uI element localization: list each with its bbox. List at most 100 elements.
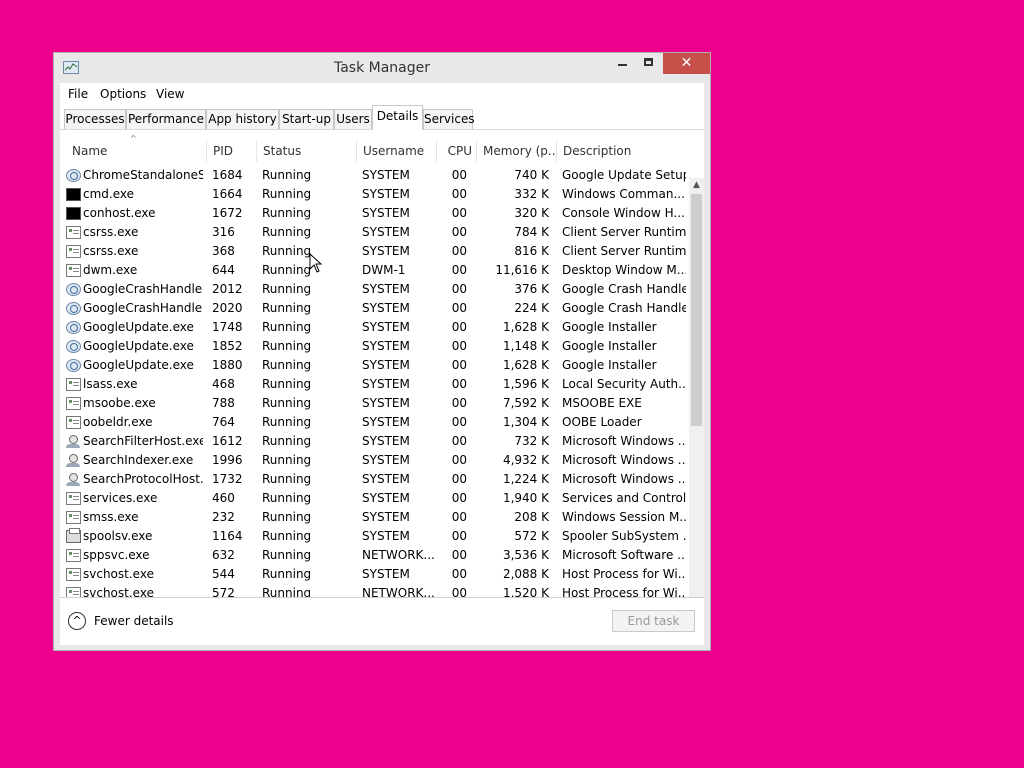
process-description: Microsoft Windows ... (562, 453, 686, 467)
process-pid: 1852 (212, 339, 243, 353)
process-description: Host Process for Wi... (562, 567, 686, 581)
process-username: SYSTEM (362, 187, 410, 201)
process-name: GoogleCrashHandler... (83, 282, 203, 296)
app-icon (66, 492, 81, 505)
column-header-username[interactable]: Username (357, 140, 437, 162)
process-cpu: 00 (451, 225, 467, 239)
process-pid: 2020 (212, 301, 243, 315)
process-description: Desktop Window M... (562, 263, 686, 277)
process-memory: 320 K (514, 206, 549, 220)
process-description: MSOOBE EXE (562, 396, 642, 410)
table-row[interactable]: smss.exe 232 Running SYSTEM 00 208 K Windows S… (60, 508, 688, 527)
process-memory: 3,536 K (502, 548, 549, 562)
process-memory: 376 K (514, 282, 549, 296)
mouse-cursor-icon (309, 253, 323, 273)
column-header-pid[interactable]: PID (207, 140, 257, 162)
table-row[interactable]: dwm.exe 644 Running DWM-1 00 11,616 K Desktop … (60, 261, 688, 280)
process-name: SearchFilterHost.exe (83, 434, 203, 448)
tab-details[interactable]: Details (372, 105, 423, 130)
process-memory: 11,616 K (495, 263, 549, 277)
close-button[interactable]: ✕ (663, 53, 710, 74)
vertical-scrollbar[interactable]: ▲ ▼ (689, 178, 704, 627)
table-row[interactable]: SearchIndexer.exe 1996 Running SYSTEM 00 4,93… (60, 451, 688, 470)
process-username: SYSTEM (362, 396, 410, 410)
process-username: NETWORK... (362, 548, 435, 562)
tab-users[interactable]: Users (334, 109, 372, 129)
scroll-thumb[interactable] (691, 194, 702, 426)
process-status: Running (262, 529, 312, 543)
google-icon (66, 359, 81, 372)
process-cpu: 00 (451, 358, 467, 372)
column-header-status[interactable]: Status (257, 140, 357, 162)
process-pid: 468 (212, 377, 235, 391)
table-row[interactable]: services.exe 460 Running SYSTEM 00 1,940 K Ser… (60, 489, 688, 508)
process-pid: 1612 (212, 434, 243, 448)
tab-services[interactable]: Services (423, 109, 475, 129)
table-row[interactable]: sppsvc.exe 632 Running NETWORK... 00 3,536 K M… (60, 546, 688, 565)
process-name: sppsvc.exe (83, 548, 150, 562)
process-status: Running (262, 510, 312, 524)
table-row[interactable]: GoogleUpdate.exe 1852 Running SYSTEM 00 1,148… (60, 337, 688, 356)
process-status: Running (262, 548, 312, 562)
process-cpu: 00 (451, 187, 467, 201)
table-row[interactable]: svchost.exe 572 Running NETWORK... 00 1,520 K… (60, 584, 688, 598)
table-row[interactable]: ChromeStandaloneS... 1684 Running SYSTEM 00 7… (60, 166, 688, 185)
process-description: Google Crash Handler (562, 301, 686, 315)
table-row[interactable]: cmd.exe 1664 Running SYSTEM 00 332 K Windows C… (60, 185, 688, 204)
process-name: GoogleUpdate.exe (83, 320, 194, 334)
table-row[interactable]: GoogleUpdate.exe 1748 Running SYSTEM 00 1,628… (60, 318, 688, 337)
process-cpu: 00 (451, 244, 467, 258)
table-row[interactable]: msoobe.exe 788 Running SYSTEM 00 7,592 K MSOOB… (60, 394, 688, 413)
process-pid: 544 (212, 567, 235, 581)
process-username: SYSTEM (362, 510, 410, 524)
client-area: File Options View Processes Performance … (60, 83, 704, 645)
tab-processes[interactable]: Processes (64, 109, 126, 129)
table-row[interactable]: csrss.exe 316 Running SYSTEM 00 784 K Client S… (60, 223, 688, 242)
process-description: Console Window H... (562, 206, 685, 220)
menu-view[interactable]: View (156, 87, 184, 101)
process-memory: 1,304 K (502, 415, 549, 429)
process-memory: 208 K (514, 510, 549, 524)
minimize-icon (618, 64, 627, 66)
process-username: SYSTEM (362, 225, 410, 239)
table-row[interactable]: GoogleCrashHandler... 2020 Running SYSTEM 00… (60, 299, 688, 318)
process-username: NETWORK... (362, 586, 435, 598)
column-header-description[interactable]: Description (557, 140, 688, 162)
cmd-icon (66, 207, 81, 220)
scroll-up-arrow-icon[interactable]: ▲ (689, 178, 704, 192)
process-status: Running (262, 491, 312, 505)
tab-performance[interactable]: Performance (126, 109, 206, 129)
menu-options[interactable]: Options (100, 87, 146, 101)
process-name: dwm.exe (83, 263, 138, 277)
table-row[interactable]: SearchFilterHost.exe 1612 Running SYSTEM 00 7… (60, 432, 688, 451)
app-icon (66, 568, 81, 581)
tab-strip: Processes Performance App history Start-… (60, 105, 704, 130)
table-row[interactable]: lsass.exe 468 Running SYSTEM 00 1,596 K Local … (60, 375, 688, 394)
title-bar[interactable]: Task Manager ✕ (54, 53, 710, 83)
process-description: Windows Session M... (562, 510, 686, 524)
process-description: Spooler SubSystem ... (562, 529, 686, 543)
table-row[interactable]: GoogleCrashHandler... 2012 Running SYSTEM 00… (60, 280, 688, 299)
process-description: OOBE Loader (562, 415, 642, 429)
end-task-button[interactable]: End task (612, 610, 695, 632)
process-name: cmd.exe (83, 187, 135, 201)
process-name: msoobe.exe (83, 396, 156, 410)
table-row[interactable]: oobeldr.exe 764 Running SYSTEM 00 1,304 K OOBE… (60, 413, 688, 432)
tab-app-history[interactable]: App history (206, 109, 279, 129)
tab-startup[interactable]: Start-up (279, 109, 334, 129)
process-username: SYSTEM (362, 339, 410, 353)
table-row[interactable]: conhost.exe 1672 Running SYSTEM 00 320 K Conso… (60, 204, 688, 223)
minimize-button[interactable] (609, 53, 636, 74)
table-row[interactable]: spoolsv.exe 1164 Running SYSTEM 00 572 K Spool… (60, 527, 688, 546)
process-username: SYSTEM (362, 567, 410, 581)
column-header-name[interactable]: Name (66, 140, 207, 162)
menu-file[interactable]: File (68, 87, 88, 101)
process-cpu: 00 (451, 548, 467, 562)
table-row[interactable]: csrss.exe 368 Running SYSTEM 00 816 K Client S… (60, 242, 688, 261)
table-row[interactable]: svchost.exe 544 Running SYSTEM 00 2,088 K Host… (60, 565, 688, 584)
column-header-cpu[interactable]: CPU (437, 140, 477, 162)
table-row[interactable]: GoogleUpdate.exe 1880 Running SYSTEM 00 1,628… (60, 356, 688, 375)
column-header-memory[interactable]: Memory (p... (477, 140, 557, 162)
maximize-button[interactable] (636, 53, 663, 74)
table-row[interactable]: SearchProtocolHost... 1732 Running SYSTEM 00… (60, 470, 688, 489)
